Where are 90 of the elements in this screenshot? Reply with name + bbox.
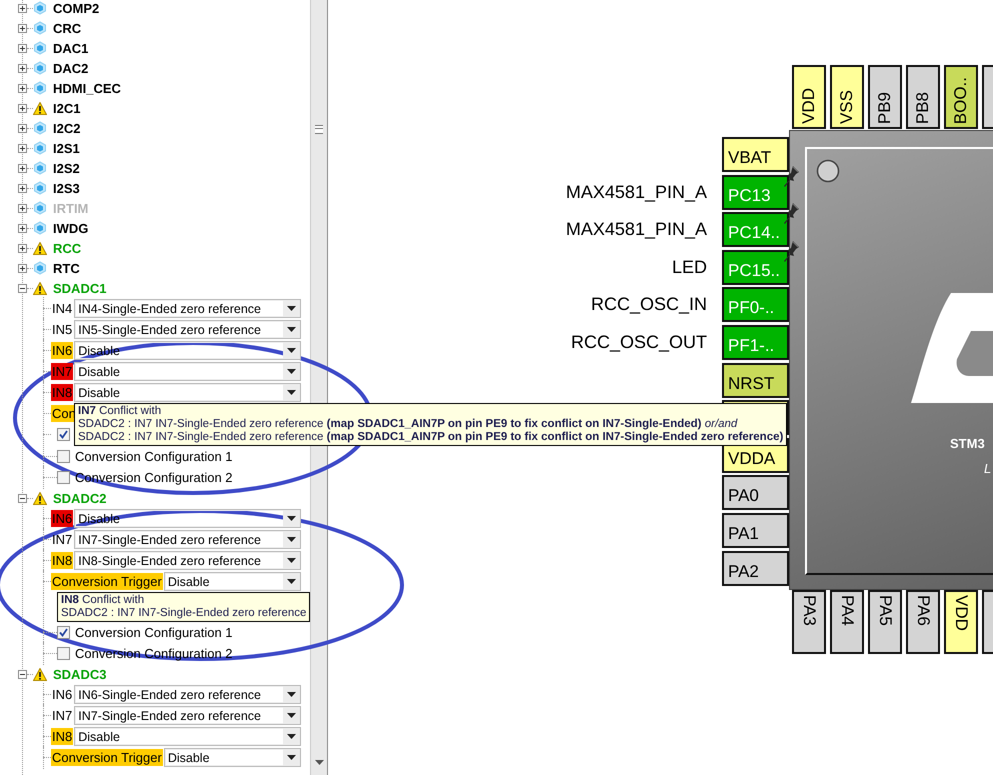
expand-icon[interactable]: [18, 124, 27, 132]
field-label: Conversion Trigger: [51, 749, 163, 766]
tooltip-text: SDADC2 : IN7 IN7-Single-Ended zero reference: [61, 607, 306, 620]
dropdown[interactable]: Disable: [74, 383, 301, 402]
peripheral-name[interactable]: HDMI_CEC: [53, 80, 121, 96]
scroll-grip-icon: [315, 125, 323, 134]
pin-label[interactable]: PA4: [830, 590, 864, 654]
pin-label[interactable]: PB9: [868, 65, 902, 129]
peripheral-name[interactable]: I2S3: [53, 180, 80, 196]
field-label: IN7: [51, 531, 74, 548]
pin-label[interactable]: VBAT: [722, 137, 789, 172]
field-label: IN6: [51, 342, 74, 359]
field-label: IN6: [51, 686, 74, 703]
field-label: IN8: [51, 728, 74, 745]
signal-label: MAX4581_PIN_A: [566, 182, 707, 203]
signal-label: LED: [672, 256, 707, 278]
dropdown[interactable]: IN4-Single-Ended zero reference: [74, 299, 301, 318]
dropdown[interactable]: Disable: [74, 727, 301, 746]
pin-label[interactable]: VSS: [830, 65, 864, 129]
peripheral-name[interactable]: I2S1: [53, 140, 80, 156]
dropdown[interactable]: IN5-Single-Ended zero reference: [74, 320, 301, 339]
dropdown[interactable]: Disable: [164, 748, 301, 767]
pin-label[interactable]: PA2: [722, 550, 789, 586]
tooltip-text: SDADC2 : IN7 IN7-Single-Ended zero reference (map SDADC1_AIN7P on pin PE9 to fix conflict on IN7-Single-Ended) or/and: [78, 418, 738, 431]
peripheral-name[interactable]: COMP2: [53, 0, 100, 16]
peripheral-name[interactable]: DAC1: [53, 40, 88, 56]
pin-label[interactable]: BOO..: [944, 65, 978, 129]
expand-icon[interactable]: [18, 64, 27, 72]
collapse-icon[interactable]: [18, 494, 27, 502]
expand-icon[interactable]: [18, 104, 27, 112]
signal-label: RCC_OSC_IN: [590, 294, 707, 316]
peripheral-name[interactable]: I2S2: [53, 160, 80, 176]
expand-icon[interactable]: [18, 44, 27, 52]
scroll-down-icon[interactable]: [314, 760, 324, 765]
expand-icon[interactable]: [18, 264, 27, 272]
pin-label[interactable]: NRST: [722, 362, 789, 398]
pin-label[interactable]: PA6: [906, 590, 940, 654]
check-icon: [59, 628, 68, 637]
peripheral-name[interactable]: CRC: [53, 20, 82, 36]
tooltip-title: IN7 Conflict with: [78, 405, 162, 418]
expand-icon[interactable]: [18, 144, 27, 152]
pin-label[interactable]: PA0: [722, 475, 789, 510]
field-label: Conversion Trigger: [51, 573, 163, 590]
dropdown[interactable]: IN7-Single-Ended zero reference: [74, 530, 301, 549]
field-label: IN7: [51, 363, 74, 380]
dropdown[interactable]: IN7-Single-Ended zero reference: [74, 706, 301, 725]
pin-label[interactable]: VDD: [944, 590, 978, 654]
expand-icon[interactable]: [18, 4, 27, 12]
checkbox-label: Conversion Configuration 1: [75, 449, 233, 464]
tooltip-title: IN8 Conflict with: [61, 594, 146, 607]
field-label: IN6: [51, 510, 74, 527]
field-label: IN8: [51, 384, 74, 401]
expand-icon[interactable]: [18, 84, 27, 92]
expand-icon[interactable]: [18, 224, 27, 232]
pin-one-dot-icon: [816, 159, 840, 183]
peripheral-name[interactable]: IWDG: [53, 220, 88, 236]
checkbox[interactable]: [57, 647, 70, 660]
pin-label[interactable]: PA3: [792, 590, 826, 654]
expand-icon[interactable]: [18, 184, 27, 192]
dropdown[interactable]: Disable: [74, 362, 301, 381]
field-label: IN4: [51, 300, 74, 317]
peripheral-name[interactable]: I2C1: [53, 100, 80, 116]
pin-label[interactable]: PB8: [906, 65, 940, 129]
signal-label: RCC_OSC_OUT: [570, 332, 707, 353]
expand-icon[interactable]: [18, 164, 27, 172]
peripheral-name[interactable]: I2C2: [53, 120, 80, 136]
peripheral-name[interactable]: RTC: [53, 260, 80, 276]
chip-label: L: [984, 461, 992, 476]
collapse-icon[interactable]: [18, 670, 27, 678]
checkbox[interactable]: [57, 428, 70, 441]
checkbox-label: Conversion Configuration 1: [75, 625, 233, 640]
pin-label[interactable]: PA1: [722, 512, 789, 548]
expand-icon[interactable]: [18, 24, 27, 32]
collapse-icon[interactable]: [18, 284, 27, 292]
pin-label[interactable]: PA5: [868, 590, 902, 654]
dropdown[interactable]: Disable: [164, 572, 301, 591]
dropdown[interactable]: IN6-Single-Ended zero reference: [74, 685, 301, 704]
signal-label: MAX4581_PIN_A: [566, 219, 707, 240]
peripheral-name[interactable]: DAC2: [53, 60, 88, 76]
field-label: IN5: [51, 321, 74, 338]
checkbox[interactable]: [57, 626, 70, 639]
check-icon: [59, 430, 68, 439]
dropdown[interactable]: IN8-Single-Ended zero reference: [74, 551, 301, 570]
checkbox[interactable]: [57, 450, 70, 463]
expand-icon[interactable]: [18, 244, 27, 252]
chip-label: STM3: [950, 436, 985, 451]
field-label: IN8: [51, 552, 74, 569]
checkbox[interactable]: [57, 471, 70, 484]
pin-label[interactable]: VDD: [792, 65, 826, 129]
field-label: IN7: [51, 707, 74, 724]
